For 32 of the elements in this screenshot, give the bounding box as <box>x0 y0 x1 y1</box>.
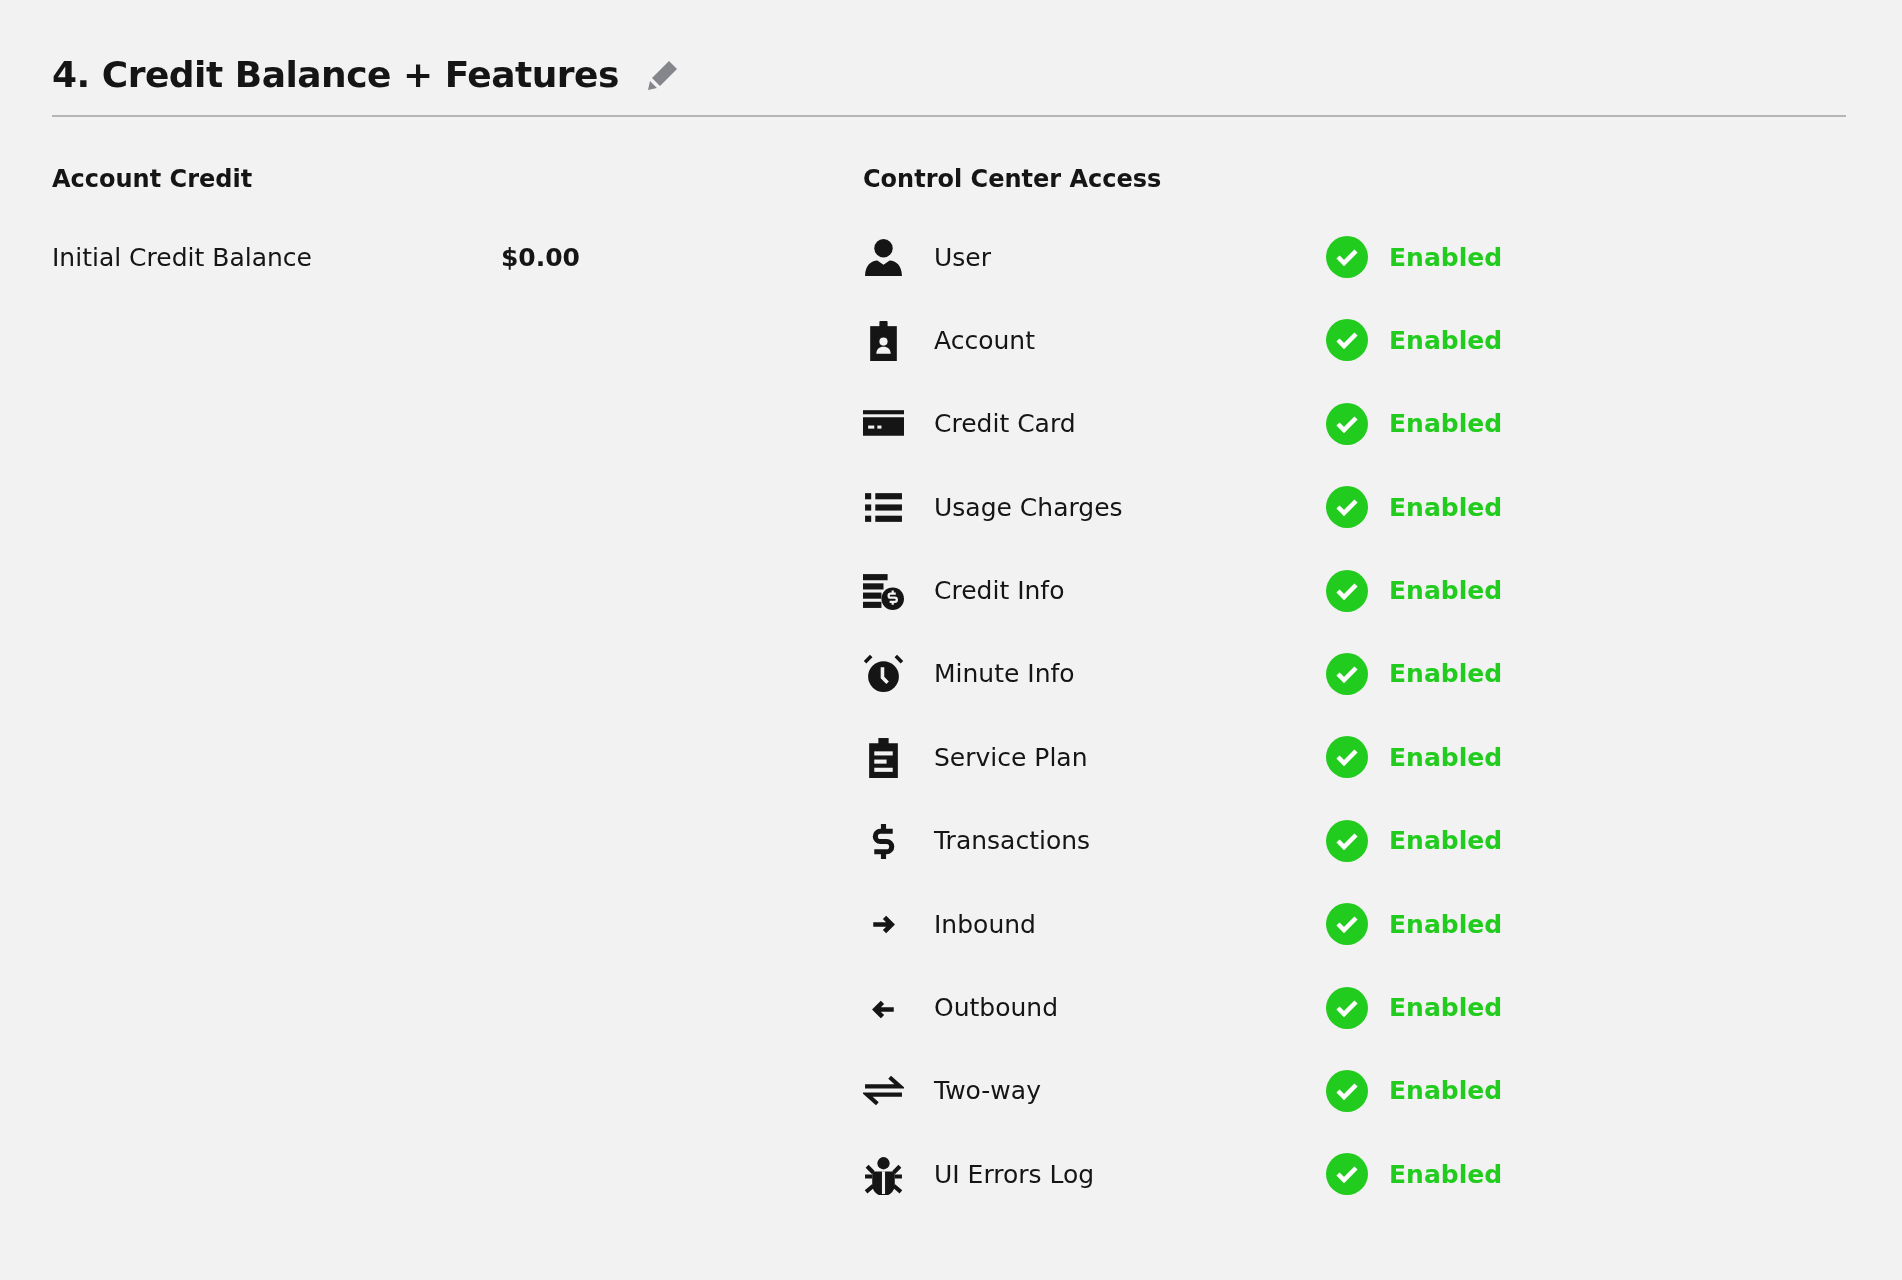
credit-amount: $0.00 <box>500 242 580 272</box>
field-label: Initial Credit Balance <box>52 242 312 272</box>
feature-label: Inbound <box>934 909 1037 939</box>
status-label: Enabled <box>1389 576 1503 606</box>
feature-label: Transactions <box>934 826 1092 856</box>
status-label: Enabled <box>1389 409 1503 439</box>
feature-label: Credit Info <box>934 576 1066 606</box>
feature-label: Credit Card <box>934 409 1077 439</box>
status-label: Enabled <box>1389 909 1503 939</box>
feature-label: Service Plan <box>934 742 1089 772</box>
status-label: Enabled <box>1389 993 1503 1022</box>
user-icon <box>863 236 904 278</box>
feature-label: Account <box>934 325 1036 355</box>
feature-label: User <box>934 242 992 272</box>
status-label: Enabled <box>1389 492 1503 522</box>
feature-label: Two-way <box>934 1076 1042 1106</box>
section-title: 4. Credit Balance + Features <box>52 54 619 95</box>
status-label: Enabled <box>1389 826 1503 856</box>
feature-label: UI Errors Log <box>934 1159 1096 1189</box>
status-label: Enabled <box>1389 659 1503 689</box>
feature-label: Minute Info <box>934 659 1076 689</box>
status-label: Enabled <box>1389 325 1503 355</box>
feature-label: Outbound <box>934 993 1060 1022</box>
status-label: Enabled <box>1389 1076 1503 1106</box>
section-heading: Account Credit <box>52 165 254 195</box>
status-label: Enabled <box>1389 1159 1503 1189</box>
edit-icon[interactable] <box>646 58 679 91</box>
feature-label: Usage Charges <box>934 492 1124 522</box>
status-label: Enabled <box>1389 242 1503 272</box>
section-heading: Control Center Access <box>863 165 1163 195</box>
status-label: Enabled <box>1389 742 1503 772</box>
alarm-clock-icon <box>863 653 904 695</box>
